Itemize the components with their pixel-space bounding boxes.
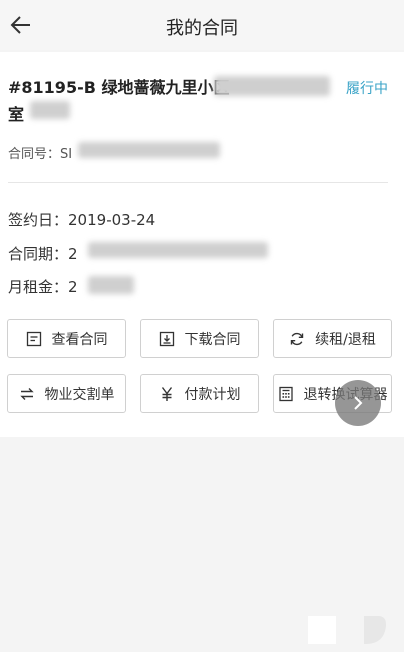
period-row: 合同期：2 (8, 243, 78, 264)
status-badge: 履行中 (346, 81, 388, 97)
redacted-address (214, 76, 330, 96)
download-icon (159, 331, 174, 346)
renew-terminate-button[interactable]: 续租/退租 (273, 319, 392, 358)
property-handover-label: 物业交割单 (44, 386, 115, 403)
download-contract-button[interactable]: 下载合同 (140, 319, 259, 358)
rent-value: 2 (68, 278, 78, 296)
period-label: 合同期： (8, 245, 69, 263)
property-handover-button[interactable]: 物业交割单 (7, 374, 126, 413)
view-contract-button[interactable]: 查看合同 (7, 319, 126, 358)
chevron-right-icon (354, 396, 363, 410)
yuan-icon (161, 386, 172, 401)
redacted-contract-number (78, 142, 220, 158)
page-title: 我的合同 (166, 18, 238, 39)
redacted-rent (88, 276, 134, 294)
redacted-period (88, 242, 268, 258)
sign-date-row: 签约日：2019-03-24 (8, 209, 155, 230)
sign-date-value: 2019-03-24 (68, 211, 156, 229)
view-contract-label: 查看合同 (51, 331, 108, 348)
divider (8, 182, 388, 183)
floating-next-button[interactable] (335, 380, 381, 426)
rent-label: 月租金： (8, 278, 69, 296)
contract-number: 合同号：SI (8, 147, 73, 162)
document-icon (26, 331, 41, 346)
payment-plan-label: 付款计划 (184, 386, 241, 403)
contract-card[interactable]: #81195-B 绿地蔷薇九里小区 室 履行中 合同号：SI 签约日：2019-… (0, 52, 404, 437)
calculator-icon (278, 386, 293, 401)
exchange-icon (19, 387, 34, 400)
sign-date-label: 签约日： (8, 211, 69, 229)
renew-terminate-label: 续租/退租 (315, 331, 376, 348)
download-contract-label: 下载合同 (184, 331, 241, 348)
redacted-address-2 (30, 101, 70, 119)
rent-row: 月租金：2 (8, 276, 78, 297)
period-value: 2 (68, 245, 78, 263)
contract-address-line2: 室 (8, 105, 25, 124)
top-bar: 我的合同 (0, 0, 404, 50)
refresh-icon (290, 332, 304, 345)
corner-decoration (308, 616, 386, 644)
payment-plan-button[interactable]: 付款计划 (140, 374, 259, 413)
